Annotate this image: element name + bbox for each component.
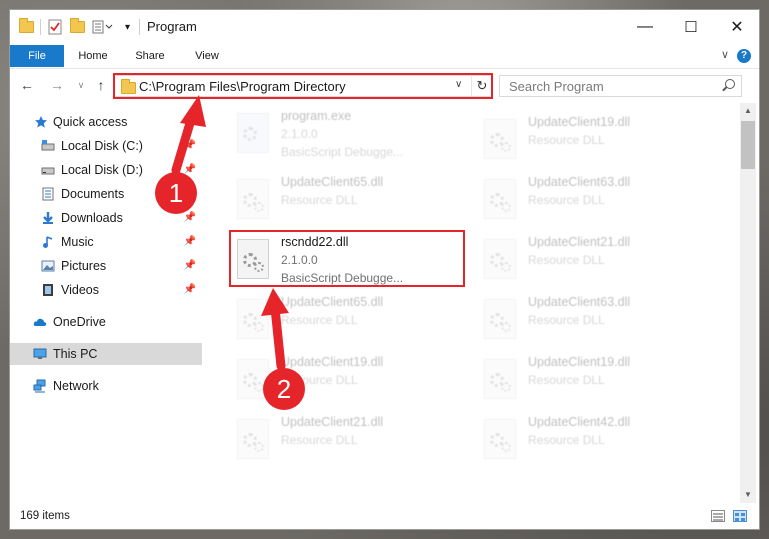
step-2-badge: 2	[263, 368, 305, 410]
step-1-badge: 1	[155, 172, 197, 214]
arrow-2	[261, 288, 289, 371]
annotation-overlay	[171, 95, 289, 371]
arrow-1	[171, 95, 206, 175]
